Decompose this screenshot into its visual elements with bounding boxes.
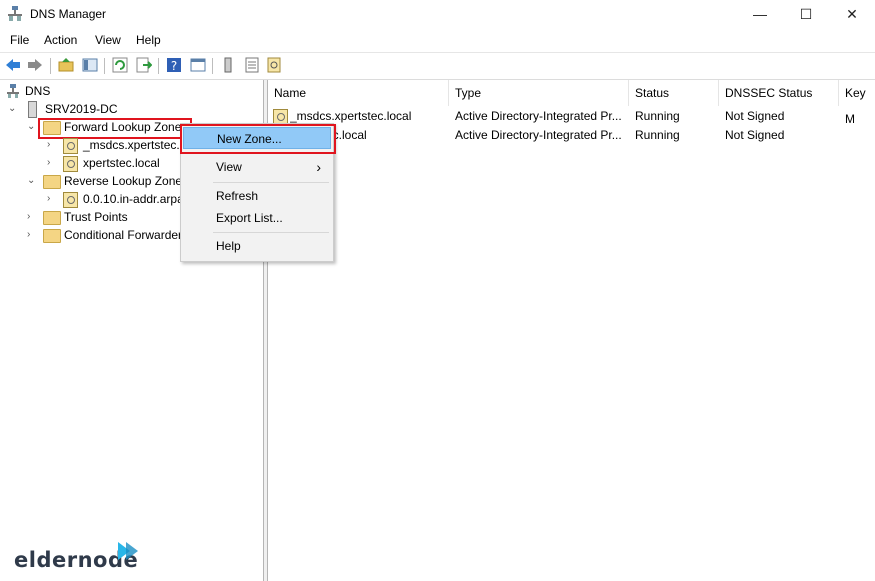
dns-icon [7, 84, 19, 98]
tree-label-conditional: Conditional Forwarders [64, 228, 189, 242]
up-folder-icon[interactable] [58, 57, 74, 73]
tree-item-server[interactable]: ⌄ SRV2019-DC [0, 100, 260, 118]
menu-item-refresh[interactable]: Refresh [183, 185, 331, 207]
maximize-button[interactable]: ☐ [783, 0, 829, 28]
forward-icon[interactable] [27, 57, 43, 73]
highlight-new-zone [180, 124, 336, 154]
cell-status: Running [635, 128, 680, 142]
tree-label-trust: Trust Points [64, 210, 128, 224]
window-title: DNS Manager [30, 7, 107, 21]
table-row[interactable]: _msdcs.xpertstec.local Active Directory-… [268, 107, 875, 126]
chevron-down-icon[interactable]: ⌄ [27, 118, 37, 136]
table-row[interactable]: xpertstec.local Active Directory-Integra… [268, 126, 875, 145]
results-pane: Name Type Status DNSSEC Status Key M _ms… [268, 80, 875, 581]
zone-icon [63, 156, 78, 172]
help-icon[interactable]: ? [166, 57, 182, 73]
cell-dnssec: Not Signed [725, 109, 785, 123]
cell-type: Active Directory-Integrated Pr... [455, 109, 622, 123]
chevron-right-icon[interactable]: › [47, 154, 57, 172]
refresh-icon[interactable] [112, 57, 128, 73]
submenu-arrow-icon: › [316, 159, 321, 175]
logo-play-icon [118, 542, 138, 560]
zone-icon[interactable] [266, 57, 282, 73]
toolbar: ? [0, 52, 875, 80]
back-icon[interactable] [5, 57, 21, 73]
column-header-type[interactable]: Type [449, 80, 629, 106]
menu-view[interactable]: View [95, 33, 121, 47]
folder-icon [43, 175, 61, 189]
zone-icon [63, 192, 78, 208]
eldernode-logo: eldernode [14, 542, 138, 572]
column-header-status[interactable]: Status [629, 80, 719, 106]
cell-dnssec: Not Signed [725, 128, 785, 142]
chevron-right-icon[interactable]: › [27, 208, 37, 226]
show-hide-tree-icon[interactable] [82, 57, 98, 73]
menu-item-help[interactable]: Help [183, 235, 331, 257]
list-icon[interactable] [244, 57, 260, 73]
column-header-dnssec[interactable]: DNSSEC Status [719, 80, 839, 106]
export-icon[interactable] [136, 57, 152, 73]
folder-icon [43, 211, 61, 225]
tree-label-xpertstec: xpertstec.local [83, 156, 160, 170]
chevron-down-icon[interactable]: ⌄ [27, 172, 37, 190]
menu-item-export-list[interactable]: Export List... [183, 207, 331, 229]
minimize-button[interactable]: — [737, 0, 783, 28]
menu-item-view[interactable]: View › [183, 156, 331, 178]
server-icon [28, 101, 37, 118]
properties-icon[interactable] [190, 57, 206, 73]
chevron-right-icon[interactable]: › [47, 136, 57, 154]
tree-label-server: SRV2019-DC [45, 102, 118, 116]
tree-label-reverse-zone: 0.0.10.in-addr.arpa [83, 192, 184, 206]
close-button[interactable]: ✕ [829, 0, 875, 28]
chevron-right-icon[interactable]: › [47, 190, 57, 208]
svg-text:?: ? [171, 59, 177, 73]
cell-status: Running [635, 109, 680, 123]
column-header-name[interactable]: Name [268, 80, 449, 106]
menu-action[interactable]: Action [44, 33, 77, 47]
zone-icon [63, 138, 78, 154]
title-bar: DNS Manager — ☐ ✕ [0, 0, 875, 28]
chevron-down-icon[interactable]: ⌄ [8, 100, 18, 118]
tree-label-reverse: Reverse Lookup Zones [64, 174, 189, 188]
menu-file[interactable]: File [10, 33, 29, 47]
folder-icon [43, 229, 61, 243]
tree-item-dns[interactable]: DNS [0, 82, 260, 100]
dns-manager-icon [8, 6, 22, 21]
chevron-right-icon[interactable]: › [27, 226, 37, 244]
cell-type: Active Directory-Integrated Pr... [455, 128, 622, 142]
tree-label-dns: DNS [25, 84, 51, 98]
menu-bar: File Action View Help [0, 29, 875, 51]
server-icon[interactable] [220, 57, 236, 73]
column-header-key-master[interactable]: Key M [839, 80, 875, 126]
menu-help[interactable]: Help [136, 33, 161, 47]
